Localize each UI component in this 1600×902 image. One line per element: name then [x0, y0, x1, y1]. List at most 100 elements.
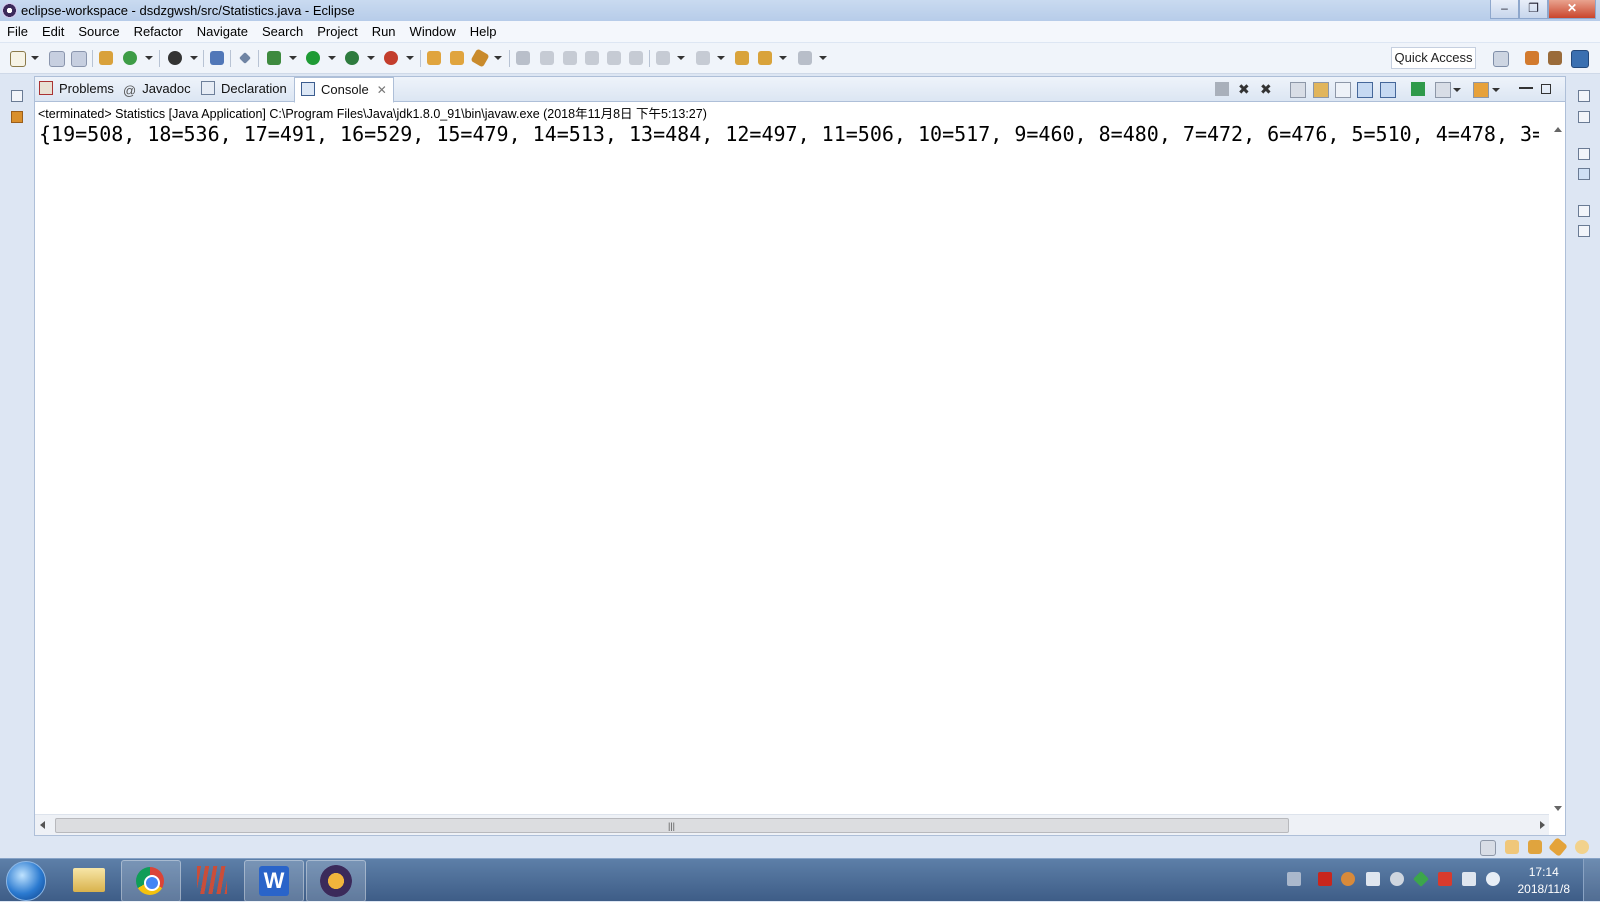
debug-dropdown-icon[interactable]	[289, 56, 297, 60]
refresh-icon[interactable]	[123, 51, 137, 65]
keyboard-icon[interactable]	[1287, 872, 1301, 886]
flag-icon[interactable]	[1438, 872, 1452, 886]
remove-all-terminated-icon[interactable]: ✖	[1260, 82, 1274, 96]
terminate-icon[interactable]	[1215, 82, 1229, 96]
menu-refactor[interactable]: Refactor	[127, 21, 190, 42]
server-icon[interactable]	[168, 51, 182, 65]
block-selection-icon[interactable]	[563, 51, 577, 65]
menu-edit[interactable]: Edit	[35, 21, 71, 42]
debug-icon[interactable]	[267, 51, 281, 65]
scroll-down-icon[interactable]	[1554, 806, 1562, 811]
word-wrap-console-icon[interactable]	[1335, 82, 1351, 98]
scroll-left-icon[interactable]	[40, 821, 45, 829]
forward-icon[interactable]	[798, 51, 812, 65]
minimize-button[interactable]: –	[1490, 0, 1519, 19]
run-dropdown-icon[interactable]	[328, 56, 336, 60]
restore-outline-icon[interactable]	[1578, 90, 1590, 102]
java-ee-perspective-icon[interactable]	[1525, 51, 1539, 65]
menu-source[interactable]: Source	[71, 21, 126, 42]
open-type-icon[interactable]	[427, 51, 441, 65]
save-icon[interactable]	[49, 51, 65, 67]
clear-console-icon[interactable]	[1290, 82, 1306, 98]
open-task-icon[interactable]	[450, 51, 464, 65]
search-dropdown-icon[interactable]	[494, 56, 502, 60]
taskbar-eclipse[interactable]	[306, 860, 366, 902]
forward-dropdown-icon[interactable]	[819, 56, 827, 60]
task-list-icon[interactable]	[1578, 111, 1590, 123]
marketplace-icon[interactable]	[1548, 837, 1568, 857]
new-icon[interactable]	[10, 51, 26, 67]
coverage-dropdown-icon[interactable]	[367, 56, 375, 60]
acrobat-icon[interactable]	[1318, 872, 1332, 886]
next-annotation-dropdown-icon[interactable]	[677, 56, 685, 60]
back-dropdown-icon[interactable]	[779, 56, 787, 60]
tab-javadoc[interactable]: @ Javadoc	[123, 77, 191, 101]
next-annotation-icon[interactable]	[656, 51, 670, 65]
run-icon[interactable]	[306, 51, 320, 65]
volume-muted-icon[interactable]	[1486, 872, 1500, 886]
restore-view-icon[interactable]	[11, 90, 23, 102]
restore-view-icon-2[interactable]	[1578, 148, 1590, 160]
word-wrap-icon[interactable]	[585, 51, 599, 65]
menu-run[interactable]: Run	[365, 21, 403, 42]
clock[interactable]: 17:14 2018/11/8	[1518, 864, 1571, 898]
open-console-icon[interactable]	[1473, 82, 1489, 98]
terminal-icon[interactable]	[210, 51, 224, 65]
previous-annotation-icon[interactable]	[696, 51, 710, 65]
show-desktop-button[interactable]	[1583, 859, 1600, 901]
menu-help[interactable]: Help	[463, 21, 504, 42]
back-icon[interactable]	[758, 51, 772, 65]
open-console-dropdown-icon[interactable]	[1492, 88, 1500, 92]
menu-project[interactable]: Project	[310, 21, 364, 42]
search-icon[interactable]	[470, 48, 490, 68]
previous-annotation-dropdown-icon[interactable]	[717, 56, 725, 60]
restore-view-icon-3[interactable]	[1578, 205, 1590, 217]
open-perspective-icon-right[interactable]	[1493, 51, 1509, 67]
show-stderr-icon[interactable]	[1380, 82, 1396, 98]
menu-search[interactable]: Search	[255, 21, 310, 42]
show-stdout-icon[interactable]	[1357, 82, 1373, 98]
external-tools-icon[interactable]	[384, 51, 398, 65]
pin-console-icon[interactable]	[1411, 82, 1425, 96]
smiley-icon[interactable]	[1575, 840, 1589, 854]
servers-view-icon[interactable]	[1578, 225, 1590, 237]
restore-button[interactable]: ❐	[1519, 0, 1548, 19]
network-icon[interactable]	[1462, 872, 1476, 886]
start-button[interactable]	[6, 861, 46, 901]
scroll-up-icon[interactable]	[1554, 127, 1562, 132]
horizontal-scroll-thumb[interactable]: |||	[55, 818, 1289, 833]
users-icon[interactable]	[1341, 872, 1355, 886]
console-output[interactable]: {19=508, 18=536, 17=491, 16=529, 15=479,…	[39, 122, 1539, 146]
minimize-view-icon[interactable]	[1519, 87, 1533, 89]
save-all-icon[interactable]	[71, 51, 87, 67]
pilcrow-icon[interactable]	[629, 51, 643, 65]
coverage-icon[interactable]	[345, 51, 359, 65]
menu-file[interactable]: File	[0, 21, 35, 42]
security-icon[interactable]	[1413, 871, 1429, 887]
tab-declaration[interactable]: Declaration	[201, 77, 287, 101]
bluetooth-icon[interactable]	[1390, 872, 1404, 886]
close-tab-icon[interactable]: ✕	[377, 83, 387, 97]
package-explorer-icon[interactable]	[11, 111, 23, 123]
device-icon[interactable]	[1366, 872, 1380, 886]
tab-problems[interactable]: Problems	[39, 77, 114, 101]
debug-perspective-icon[interactable]	[1548, 51, 1562, 65]
quick-access-input[interactable]: Quick Access	[1391, 47, 1476, 69]
close-button[interactable]: ✕	[1548, 0, 1596, 19]
last-edit-icon[interactable]	[735, 51, 749, 65]
taskbar-chrome[interactable]	[121, 860, 181, 902]
refresh-dropdown-icon[interactable]	[145, 56, 153, 60]
server-dropdown-icon[interactable]	[190, 56, 198, 60]
pin-icon[interactable]	[239, 52, 251, 64]
mark-occurrences-icon[interactable]	[540, 51, 554, 65]
scroll-right-icon[interactable]	[1540, 821, 1545, 829]
display-console-icon[interactable]	[1435, 82, 1451, 98]
tips-icon[interactable]	[1505, 840, 1519, 854]
remove-launch-icon[interactable]: ✖	[1238, 82, 1252, 96]
java-perspective-icon[interactable]	[1571, 50, 1589, 68]
horizontal-scrollbar[interactable]: |||	[35, 814, 1549, 835]
menu-navigate[interactable]: Navigate	[190, 21, 255, 42]
vertical-scrollbar[interactable]	[1551, 121, 1565, 811]
progress-view-icon[interactable]	[1480, 840, 1496, 856]
display-console-dropdown-icon[interactable]	[1453, 88, 1461, 92]
